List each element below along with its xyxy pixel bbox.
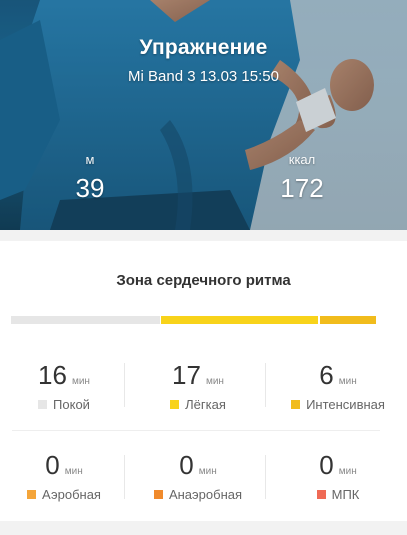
zone-unit: мин — [71, 376, 90, 387]
workout-subtitle: Mi Band 3 13.03 15:50 — [128, 68, 279, 85]
zone-value: 0 — [319, 450, 334, 480]
zone-label: Анаэробная — [168, 487, 243, 502]
zone-bar-rest — [11, 316, 160, 324]
zone-unit: мин — [198, 466, 217, 477]
zone-value: 0 — [179, 450, 194, 480]
workout-title: Упражнение — [139, 36, 268, 59]
zone-unit: мин — [205, 376, 224, 387]
zone-item-aerobic: 0 мин Аэробная — [4, 450, 124, 502]
zone-color-dot — [153, 490, 163, 499]
zone-item-light: 17 мин Лёгкая — [138, 360, 258, 412]
distance-unit: м — [85, 152, 95, 167]
zone-label: Лёгкая — [185, 397, 226, 412]
divider — [265, 455, 266, 499]
zone-item-anaerobic: 0 мин Анаэробная — [138, 450, 258, 502]
zone-color-dot — [27, 490, 37, 499]
zone-label: Аэробная — [42, 487, 101, 502]
zone-item-intensive: 6 мин Интенсивная — [278, 360, 398, 412]
calories-stat: ккал 172 — [270, 152, 334, 204]
zone-value: 6 — [319, 360, 334, 390]
zone-bar-light — [161, 316, 318, 324]
zone-unit: мин — [338, 376, 357, 387]
heart-rate-zone-card: Зона сердечного ритма 16 мин Покой 17 мин … — [0, 241, 407, 521]
zone-label: Покой — [53, 397, 90, 412]
zone-unit: мин — [64, 466, 83, 477]
divider — [124, 363, 125, 407]
zone-value: 17 — [172, 360, 201, 390]
zone-value: 16 — [38, 360, 67, 390]
zone-label: Интенсивная — [306, 397, 385, 412]
distance-stat: м 39 — [62, 152, 118, 204]
distance-value: 39 — [75, 173, 105, 203]
zone-item-rest: 16 мин Покой — [4, 360, 124, 412]
zone-item-vo2max: 0 мин МПК — [278, 450, 398, 502]
zone-color-dot — [291, 400, 301, 409]
zone-value: 0 — [45, 450, 60, 480]
zone-color-dot — [38, 400, 48, 409]
divider — [265, 363, 266, 407]
zone-color-dot — [316, 490, 326, 499]
heart-zone-title: Зона сердечного ритма — [116, 272, 291, 289]
zone-unit: мин — [338, 466, 357, 477]
calories-unit: ккал — [288, 152, 316, 167]
bottom-spacer — [0, 521, 407, 535]
divider — [124, 455, 125, 499]
zone-label: МПК — [331, 487, 360, 502]
header-hero: Упражнение Mi Band 3 13.03 15:50 м 39 кк… — [0, 0, 407, 230]
zone-color-dot — [170, 400, 180, 409]
row-divider — [12, 430, 380, 431]
zone-bar-intensive — [320, 316, 376, 324]
calories-value: 172 — [280, 173, 324, 203]
